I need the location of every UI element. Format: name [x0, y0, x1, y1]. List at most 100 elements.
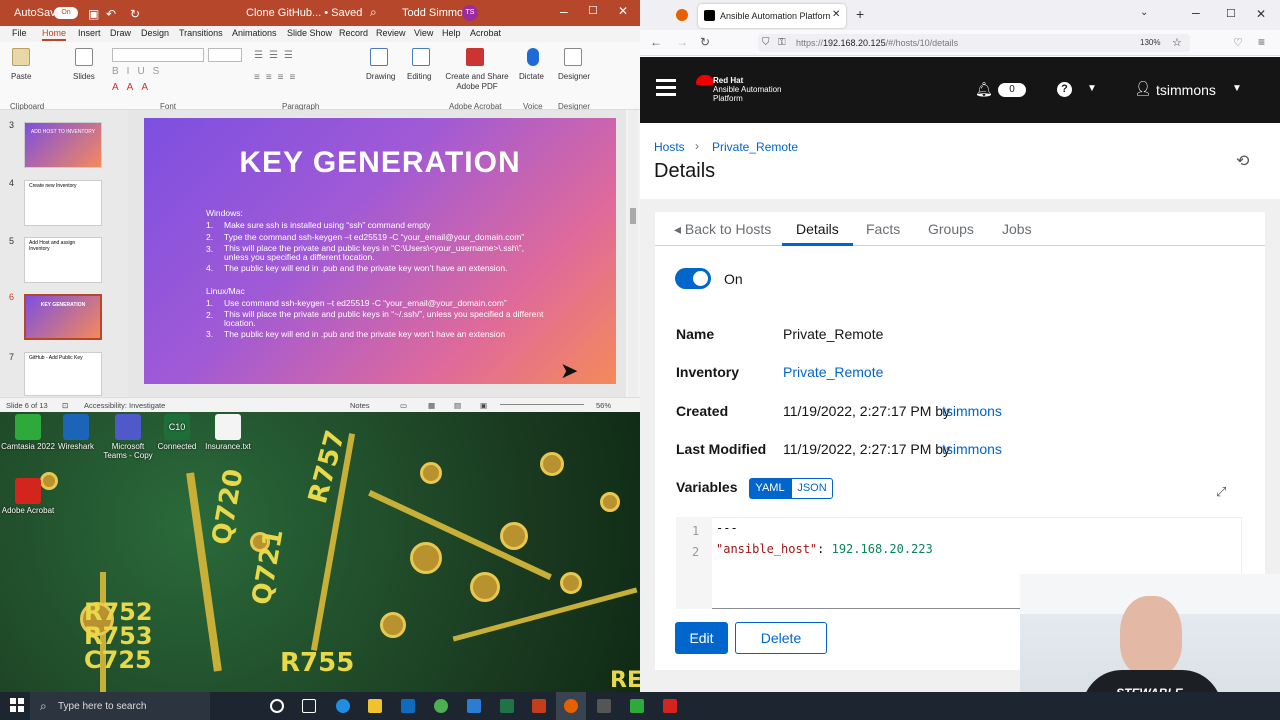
- hamburger-menu-icon[interactable]: [656, 79, 676, 82]
- desktop-icon-wireshark[interactable]: Wireshark: [48, 414, 104, 451]
- designer-icon[interactable]: [564, 48, 582, 66]
- paragraph-icons[interactable]: ☰☰☰: [254, 50, 299, 61]
- current-slide[interactable]: KEY GENERATION Windows: 1. Make sure ssh…: [144, 118, 616, 384]
- tab-jobs[interactable]: Jobs: [1002, 221, 1032, 237]
- help-dropdown-caret-icon[interactable]: ▼: [1087, 83, 1097, 94]
- edit-button[interactable]: Edit: [675, 622, 728, 654]
- edge-icon[interactable]: [336, 699, 350, 713]
- yaml-toggle-button[interactable]: YAML: [749, 478, 791, 499]
- redo-icon[interactable]: ↻: [130, 7, 140, 21]
- slideshow-icon[interactable]: ▣: [480, 401, 487, 410]
- minimize-icon[interactable]: –: [1192, 4, 1200, 20]
- new-slide-icon[interactable]: [75, 48, 93, 66]
- menu-design[interactable]: Design: [141, 28, 169, 38]
- minimize-icon[interactable]: –: [560, 3, 568, 19]
- chrome-icon[interactable]: [434, 699, 448, 713]
- taskbar-search-box[interactable]: ⌕ Type here to search: [30, 692, 210, 720]
- accessibility-status[interactable]: Accessibility: Investigate: [84, 401, 165, 410]
- font-name-dropdown[interactable]: [112, 48, 204, 62]
- align-icons[interactable]: ≡≡≡≡: [254, 72, 301, 83]
- notification-count-badge[interactable]: 0: [998, 83, 1026, 97]
- recorder-icon[interactable]: [663, 699, 677, 713]
- menu-view[interactable]: View: [414, 28, 433, 38]
- zoom-level[interactable]: 56%: [596, 401, 611, 410]
- app-icon[interactable]: [597, 699, 611, 713]
- browser-tab-active[interactable]: Ansible Automation Platform | ... ✕: [698, 4, 846, 28]
- menu-icon[interactable]: ≡: [1258, 35, 1265, 49]
- search-icon[interactable]: ⌕: [370, 5, 377, 20]
- menu-help[interactable]: Help: [442, 28, 461, 38]
- tab-back-to-hosts[interactable]: ◂ Back to Hosts: [674, 221, 771, 238]
- tab-facts[interactable]: Facts: [866, 221, 900, 237]
- username[interactable]: tsimmons: [1156, 82, 1216, 98]
- font-size-dropdown[interactable]: [208, 48, 242, 62]
- tab-details[interactable]: Details: [796, 221, 839, 237]
- close-icon[interactable]: ✕: [1256, 7, 1266, 21]
- slide-thumbnail-selected[interactable]: KEY GENERATION: [24, 294, 102, 340]
- tab-groups[interactable]: Groups: [928, 221, 974, 237]
- menu-record[interactable]: Record: [339, 28, 368, 38]
- windows-start-icon[interactable]: [10, 698, 24, 712]
- file-explorer-icon[interactable]: [368, 699, 382, 713]
- designer-button[interactable]: Designer: [558, 72, 590, 81]
- firefox-icon[interactable]: [676, 9, 688, 21]
- font-format-icons[interactable]: BIUS: [112, 66, 167, 77]
- modified-by-link[interactable]: tsimmons: [942, 441, 1002, 457]
- menu-animations[interactable]: Animations: [232, 28, 277, 38]
- enabled-toggle[interactable]: [675, 268, 711, 289]
- json-toggle-button[interactable]: JSON: [791, 478, 833, 499]
- pocket-icon[interactable]: ♡: [1233, 36, 1243, 49]
- user-icon[interactable]: 👤︎: [1134, 80, 1152, 97]
- tab-close-icon[interactable]: ✕: [832, 9, 840, 20]
- history-icon[interactable]: ⟲: [1236, 151, 1249, 171]
- slide-thumbnail[interactable]: ADD HOST TO INVENTORY: [24, 122, 102, 168]
- menu-transitions[interactable]: Transitions: [179, 28, 223, 38]
- slide-sorter-icon[interactable]: ▦: [428, 401, 435, 410]
- desktop-icon-acrobat[interactable]: Adobe Acrobat: [0, 478, 56, 515]
- desktop-icon-teams[interactable]: Microsoft Teams - Copy: [100, 414, 156, 460]
- vscode-icon[interactable]: [467, 699, 481, 713]
- desktop-icon-insurance[interactable]: Insurance.txt: [200, 414, 256, 451]
- user-avatar[interactable]: TS: [462, 5, 478, 21]
- slide-thumbnail[interactable]: GitHub - Add Public Key: [24, 352, 102, 396]
- slide-thumbnail[interactable]: Create new Inventory: [24, 180, 102, 226]
- reload-icon[interactable]: ↻: [700, 35, 710, 49]
- delete-button[interactable]: Delete: [735, 622, 827, 654]
- slide-scrollbar[interactable]: [628, 110, 638, 397]
- task-view-icon[interactable]: [302, 699, 316, 713]
- desktop-icon-connected[interactable]: C10 Connected: [149, 414, 205, 451]
- normal-view-icon[interactable]: ▭: [400, 401, 407, 410]
- created-by-link[interactable]: tsimmons: [942, 403, 1002, 419]
- maximize-icon[interactable]: ☐: [1226, 7, 1236, 20]
- user-dropdown-caret-icon[interactable]: ▼: [1232, 83, 1242, 94]
- spellcheck-icon[interactable]: ⊡: [62, 401, 68, 410]
- slide-thumbnail[interactable]: Add Host and assign Inventory: [24, 237, 102, 283]
- tab-list-icon[interactable]: ⌄: [1140, 7, 1148, 18]
- firefox-icon[interactable]: [564, 699, 578, 713]
- url-text[interactable]: https://192.168.20.125/#/hosts/10/detail…: [796, 38, 958, 48]
- url-bar[interactable]: ⛉ ⚿ https://192.168.20.125/#/hosts/10/de…: [758, 34, 1190, 52]
- help-icon[interactable]: ?: [1057, 82, 1072, 97]
- maximize-icon[interactable]: ☐: [588, 4, 598, 17]
- expand-icon[interactable]: ⤢: [1216, 484, 1226, 500]
- menu-slide-show[interactable]: Slide Show: [287, 28, 332, 38]
- shield-icon[interactable]: ⛉: [762, 37, 770, 48]
- zoom-indicator[interactable]: 130%: [1140, 38, 1160, 47]
- undo-icon[interactable]: ↶: [106, 7, 116, 21]
- slide-title[interactable]: KEY GENERATION: [144, 146, 616, 180]
- bell-icon[interactable]: 🔔︎: [975, 81, 993, 98]
- scrollbar-thumb[interactable]: [630, 208, 636, 224]
- powerpoint-icon[interactable]: [532, 699, 546, 713]
- paste-icon[interactable]: [12, 48, 30, 66]
- lock-icon[interactable]: ⚿: [778, 37, 786, 48]
- create-share-pdf-button[interactable]: Create and Share Adobe PDF: [444, 72, 510, 92]
- camtasia-icon[interactable]: [630, 699, 644, 713]
- menu-review[interactable]: Review: [376, 28, 406, 38]
- excel-icon[interactable]: [500, 699, 514, 713]
- reading-view-icon[interactable]: ▤: [454, 401, 461, 410]
- new-tab-icon[interactable]: +: [856, 6, 864, 22]
- menu-file[interactable]: File: [12, 28, 27, 38]
- outlook-icon[interactable]: [401, 699, 415, 713]
- cortana-icon[interactable]: [270, 699, 284, 713]
- autosave-toggle[interactable]: On: [54, 7, 78, 19]
